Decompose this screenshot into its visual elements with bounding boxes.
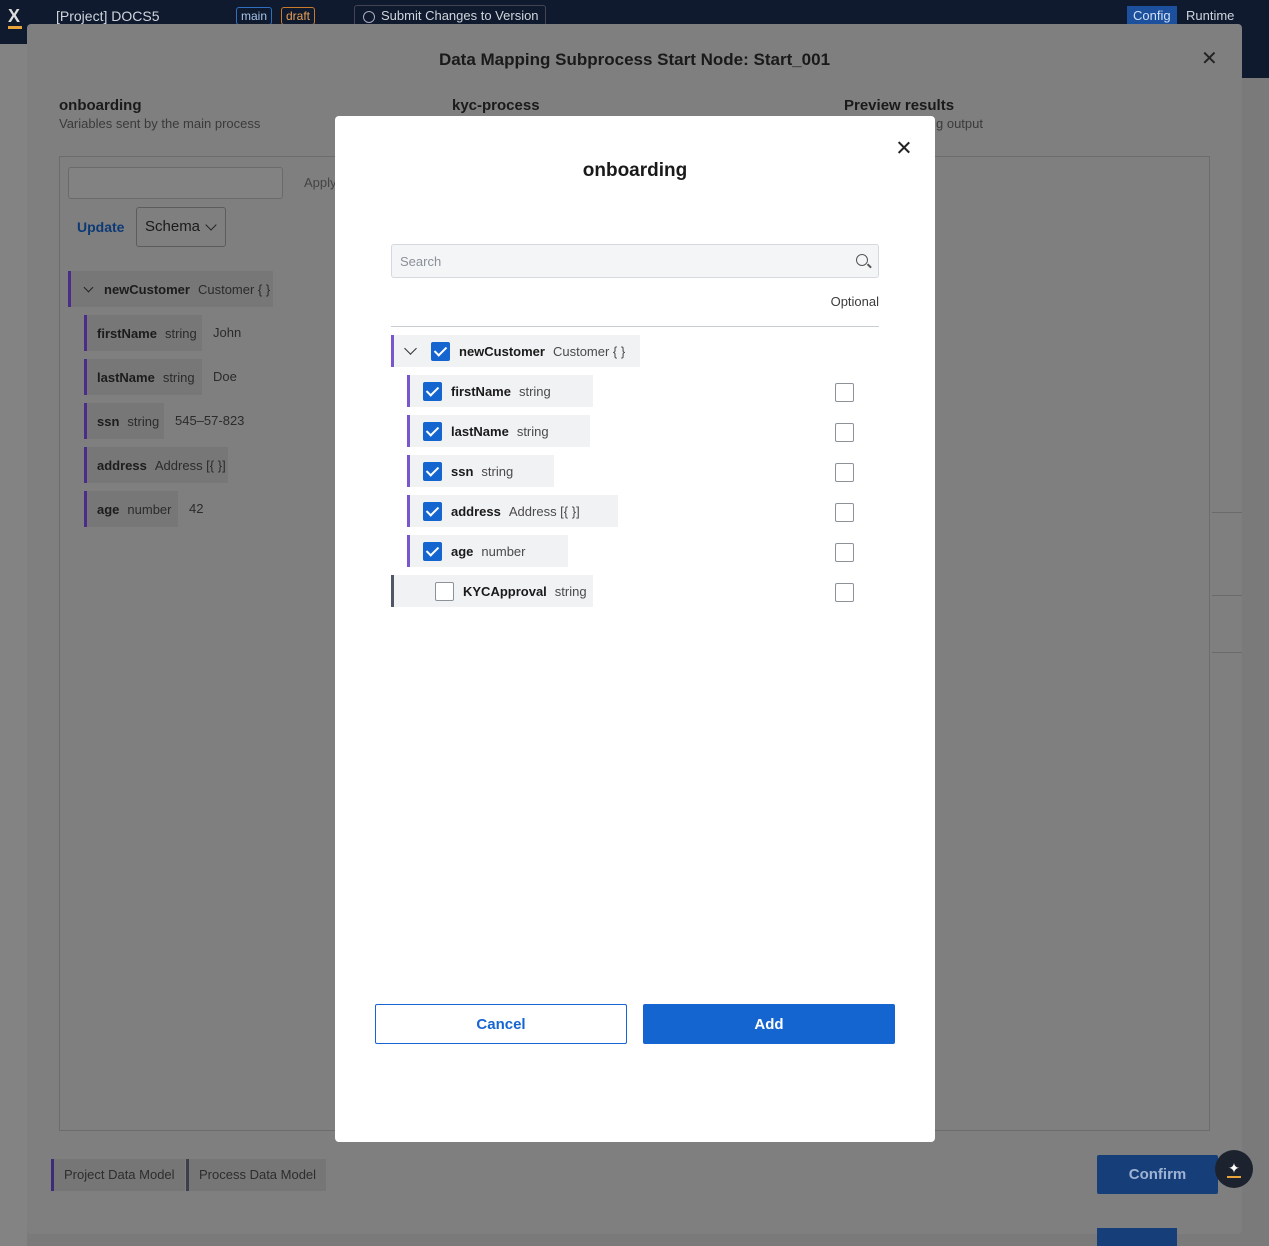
select-checkbox[interactable] (423, 541, 442, 561)
bg-tree-row[interactable]: ssn string (84, 403, 164, 439)
select-checkbox[interactable] (435, 581, 454, 601)
divider (1212, 595, 1242, 596)
bg-field-value: 42 (189, 501, 204, 516)
branch-chip[interactable]: main (236, 7, 273, 25)
cancel-button[interactable]: Cancel (375, 1004, 627, 1044)
bg-field-value: Doe (213, 369, 237, 384)
app-logo-icon: X (8, 6, 22, 29)
confirm-button[interactable]: Confirm (1097, 1155, 1218, 1194)
column-heading-preview: Preview results (844, 97, 955, 114)
bg-field-name: newCustomer (104, 281, 190, 297)
select-checkbox[interactable] (423, 381, 442, 401)
column-heading-kyc: kyc-process (452, 97, 540, 114)
left-rail (0, 44, 27, 1246)
field-name: KYCApproval (463, 583, 547, 599)
tree-child-row[interactable]: address Address [{ }] (407, 495, 618, 527)
tree-child-row[interactable]: firstName string (407, 375, 593, 407)
field-name: address (451, 503, 501, 519)
select-checkbox[interactable] (423, 421, 442, 441)
bg-field-value: John (213, 325, 242, 340)
field-name: lastName (451, 423, 509, 439)
field-type: number (481, 543, 526, 559)
divider (1212, 512, 1242, 513)
process-data-model-tag[interactable]: Process Data Model (186, 1159, 327, 1191)
field-name: firstName (451, 383, 511, 399)
schema-select[interactable]: Schema (136, 207, 226, 247)
optional-checkbox[interactable] (835, 463, 854, 482)
header-divider (391, 326, 879, 327)
chevron-down-icon[interactable] (83, 282, 94, 292)
ai-assistant-sparkle-icon[interactable]: ✦ (1215, 1150, 1253, 1188)
dialog-close-icon[interactable]: ✕ (1201, 46, 1218, 71)
bg-field-value: 545–57-823 (175, 413, 245, 428)
modal-title: onboarding (582, 160, 688, 181)
bg-field-type: number (127, 501, 172, 517)
chevron-down-icon[interactable] (404, 342, 417, 355)
add-button[interactable]: Add (643, 1004, 895, 1044)
bg-field-type: Customer { } (197, 281, 271, 297)
dialog-title: Data Mapping Subprocess Start Node: Star… (438, 50, 831, 69)
bg-field-name: firstName (97, 325, 157, 341)
update-button[interactable]: Update (77, 219, 124, 235)
field-type: string (481, 463, 514, 479)
field-name: newCustomer (459, 343, 545, 359)
bg-field-name: address (97, 457, 147, 473)
select-checkbox[interactable] (431, 341, 450, 361)
close-icon[interactable] (894, 138, 914, 158)
select-checkbox[interactable] (423, 461, 442, 481)
bg-field-name: ssn (97, 413, 120, 429)
draft-chip: draft (281, 7, 316, 25)
field-type: string (554, 583, 587, 599)
column-subtitle-preview: g output (936, 116, 983, 131)
field-name: ssn (451, 463, 474, 479)
bg-tree-row[interactable]: address Address [{ }] (84, 447, 228, 483)
optional-checkbox[interactable] (835, 503, 854, 522)
bg-field-type: Address [{ }] (154, 457, 226, 473)
project-name[interactable]: [Project] DOCS5 (56, 8, 159, 24)
select-variables-modal: onboarding Optional newCustomer Customer… (335, 116, 935, 1142)
bg-tree-row[interactable]: firstName string (84, 315, 202, 351)
config-mode-tab[interactable]: Config (1127, 6, 1177, 26)
optional-column-header: Optional (830, 294, 879, 309)
column-subtitle-onboarding: Variables sent by the main process (59, 116, 261, 131)
runtime-mode-tab[interactable]: Runtime (1186, 8, 1234, 23)
optional-checkbox[interactable] (835, 383, 854, 402)
bg-field-type: string (127, 413, 160, 429)
optional-checkbox[interactable] (835, 583, 854, 602)
background-button (1097, 1228, 1177, 1246)
field-type: Address [{ }] (508, 503, 580, 519)
bg-field-type: string (164, 325, 197, 341)
tree-child-row[interactable]: ssn string (407, 455, 554, 487)
bg-tree-row[interactable]: age number (84, 491, 178, 527)
field-type: string (518, 383, 551, 399)
tree-child-row[interactable]: age number (407, 535, 568, 567)
tree-root-row[interactable]: KYCApproval string (391, 575, 593, 607)
field-name: age (451, 543, 474, 559)
search-icon[interactable] (856, 254, 868, 266)
bg-tree-parent[interactable]: newCustomer Customer { } (68, 271, 273, 307)
filter-input[interactable] (68, 167, 283, 199)
field-type: string (516, 423, 549, 439)
project-data-model-tag[interactable]: Project Data Model (51, 1159, 185, 1191)
tree-parent-row[interactable]: newCustomer Customer { } (391, 335, 640, 367)
optional-checkbox[interactable] (835, 423, 854, 442)
search-input[interactable] (391, 244, 879, 278)
column-heading-onboarding: onboarding (59, 97, 142, 114)
bg-field-name: age (97, 501, 120, 517)
optional-checkbox[interactable] (835, 543, 854, 562)
divider (1212, 652, 1242, 653)
bg-tree-row[interactable]: lastName string (84, 359, 202, 395)
apply-button[interactable]: Apply (304, 175, 337, 190)
tree-child-row[interactable]: lastName string (407, 415, 590, 447)
bg-field-type: string (162, 369, 195, 385)
field-type: Customer { } (552, 343, 626, 359)
bg-field-name: lastName (97, 369, 155, 385)
select-checkbox[interactable] (423, 501, 442, 521)
